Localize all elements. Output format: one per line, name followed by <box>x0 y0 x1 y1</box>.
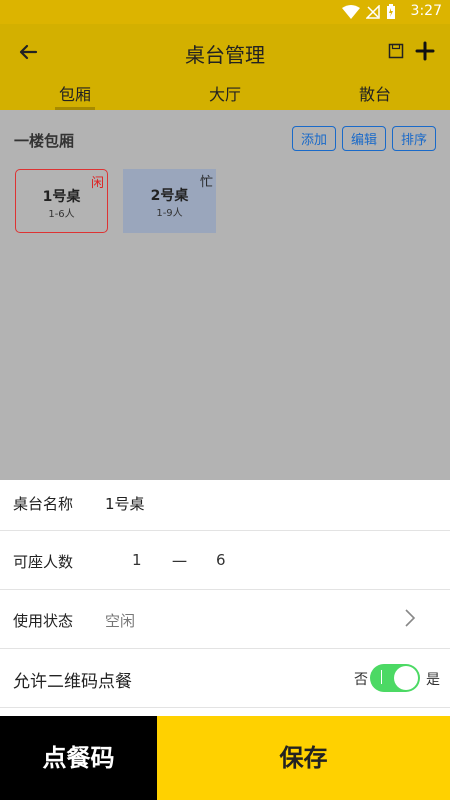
toggle-knob <box>394 666 418 690</box>
toggle-on-mark <box>381 670 382 684</box>
capacity-separator: 一 <box>172 553 188 571</box>
table-card-2[interactable]: 2号桌 1-9人 忙 <box>123 169 216 233</box>
page-title: 桌台管理 <box>185 43 265 67</box>
table-grid: 一楼包厢 添加 编辑 排序 1号桌 1-6人 闲 2号桌 1-9人 忙 <box>0 110 450 480</box>
toggle-on-label: 是 <box>426 672 440 688</box>
status-row[interactable]: 使用状态 空闲 <box>0 590 450 649</box>
tab-loose-tables[interactable]: 散台 <box>300 80 450 110</box>
capacity-row: 可座人数 1 一 6 <box>0 531 450 590</box>
edit-button[interactable]: 编辑 <box>341 126 386 151</box>
battery-icon <box>387 4 395 19</box>
status-value: 空闲 <box>105 612 136 630</box>
tab-hall[interactable]: 大厅 <box>150 80 300 110</box>
chevron-right-icon <box>405 609 416 627</box>
status-bar: 3:27 <box>0 0 450 24</box>
save-icon[interactable] <box>388 43 404 59</box>
toggle-off-label: 否 <box>354 672 368 688</box>
table-capacity: 1-9人 <box>156 208 183 219</box>
save-button[interactable]: 保存 <box>157 716 450 800</box>
sort-button[interactable]: 排序 <box>391 126 436 151</box>
order-code-button[interactable]: 点餐码 <box>0 716 157 800</box>
table-capacity: 1-6人 <box>48 209 75 220</box>
status-time: 3:27 <box>410 3 442 19</box>
qr-order-row: 允许二维码点餐 否 是 <box>0 649 450 708</box>
no-signal-icon <box>366 5 380 19</box>
tab-private-rooms[interactable]: 包厢 <box>0 80 150 110</box>
table-state-badge: 闲 <box>90 176 104 191</box>
area-tabs: 包厢 大厅 散台 <box>0 80 450 110</box>
table-name-label: 桌台名称 <box>13 495 74 513</box>
qr-order-toggle[interactable] <box>370 664 420 692</box>
floor-label: 一楼包厢 <box>14 132 75 150</box>
table-card-1[interactable]: 1号桌 1-6人 闲 <box>15 169 108 233</box>
qr-order-label: 允许二维码点餐 <box>13 672 132 692</box>
add-button[interactable]: 添加 <box>291 126 336 151</box>
bottom-action-bar: 点餐码 保存 <box>0 716 450 800</box>
add-icon[interactable] <box>414 40 436 62</box>
wifi-icon <box>342 5 360 19</box>
capacity-min-field[interactable]: 1 <box>132 551 142 569</box>
table-name-row: 桌台名称 1号桌 <box>0 480 450 531</box>
table-name-field[interactable]: 1号桌 <box>105 493 145 514</box>
status-icons <box>342 4 396 20</box>
app-bar: 桌台管理 <box>0 24 450 80</box>
capacity-label: 可座人数 <box>13 553 74 571</box>
status-label: 使用状态 <box>13 612 74 630</box>
section-actions: 添加 编辑 排序 <box>291 126 436 151</box>
table-state-badge: 忙 <box>199 175 213 190</box>
capacity-max-field[interactable]: 6 <box>216 551 226 569</box>
